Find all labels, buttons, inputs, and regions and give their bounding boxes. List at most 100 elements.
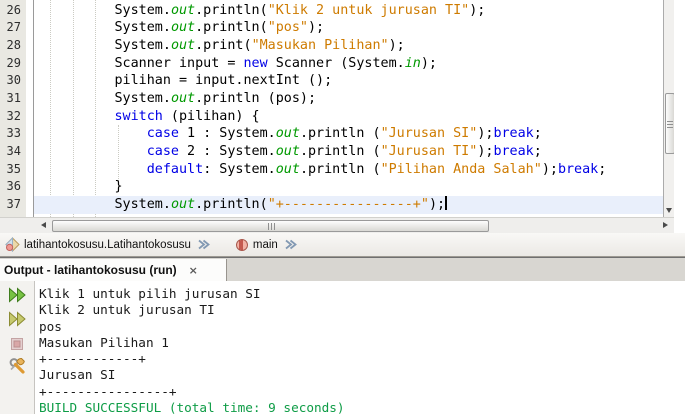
code-line-36[interactable]: } [34, 178, 674, 196]
line-number: 35 [6, 161, 21, 176]
code-token: out [170, 20, 196, 36]
line-number: 27 [6, 20, 21, 35]
code-line-27[interactable]: System.out.println("pos"); [34, 19, 674, 37]
breadcrumb-item-class[interactable]: latihantokosusu.Latihantokosusu [24, 239, 191, 251]
code-token: ; [533, 126, 542, 142]
code-token: in [404, 55, 421, 71]
scroll-right-arrow-icon[interactable] [663, 222, 668, 228]
horizontal-scroll-thumb[interactable] [52, 220, 489, 232]
code-line-32[interactable]: switch (pilihan) { [34, 108, 674, 126]
line-number: 37 [6, 197, 21, 212]
code-editor[interactable]: 26 27 28 29 30 31 32 33 34 35 36 37 System.out.prin… [0, 0, 674, 217]
netbeans-window: 26 27 28 29 30 31 32 33 34 35 36 37 System.out.prin… [0, 0, 685, 414]
rerun-alt-button[interactable] [7, 310, 27, 328]
code-token: break [493, 126, 534, 142]
output-tab-title: Output - latihantokosusu (run) [4, 263, 177, 277]
code-line-35[interactable]: default: System.out.println ("Pilihan An… [34, 161, 674, 179]
code-token: System. [50, 20, 171, 36]
code-line-29[interactable]: Scanner input = new Scanner (System.in); [34, 55, 674, 73]
code-token: "Jurusan SI" [380, 126, 478, 142]
line-number: 33 [6, 126, 21, 141]
code-pane[interactable]: System.out.println("Klik 2 untuk jurusan… [34, 0, 674, 217]
breadcrumb-item-method[interactable]: main [253, 239, 278, 251]
code-line-30[interactable]: pilihan = input.nextInt (); [34, 72, 674, 90]
code-token: ); [469, 2, 486, 18]
build-settings-button[interactable] [7, 356, 27, 374]
code-line-34[interactable]: case 2 : System.out.println ("Jurusan TI… [34, 143, 674, 161]
line-number: 30 [6, 73, 21, 88]
code-token: ); [541, 161, 558, 177]
code-token: out [170, 197, 196, 213]
code-token: "+----------------+" [267, 197, 429, 213]
code-token: .println( [195, 2, 268, 18]
code-token: ); [388, 37, 405, 53]
code-token: System. [50, 197, 171, 213]
code-token: out [275, 161, 300, 177]
code-token: break [557, 161, 599, 177]
method-icon [235, 238, 249, 252]
output-line: Klik 1 untuk pilih jurusan SI [39, 286, 261, 301]
code-token: .println ( [299, 161, 381, 177]
editor-horizontal-scrollbar[interactable] [0, 217, 674, 233]
code-token: pilihan = input.nextInt (); [50, 73, 333, 89]
line-number: 31 [6, 90, 21, 105]
code-token: .print( [195, 37, 252, 53]
code-token: ); [420, 55, 437, 71]
code-token: .println( [195, 20, 268, 36]
output-panel: Klik 1 untuk pilih jurusan SI Klik 2 untu… [0, 281, 685, 414]
output-line: Jurusan SI [39, 367, 116, 383]
code-token: "Pilihan Anda Salah" [380, 161, 542, 177]
code-line-33[interactable]: case 1 : System.out.println ("Jurusan SI… [34, 125, 674, 143]
scroll-grip [270, 222, 272, 230]
code-token: System. [50, 37, 171, 53]
code-line-26[interactable]: System.out.println("Klik 2 untuk jurusan… [34, 2, 674, 20]
stop-button[interactable] [7, 335, 27, 353]
class-icon [5, 237, 20, 252]
rerun-icon [8, 287, 27, 303]
output-line: Masukan Pilihan 1 [39, 334, 169, 350]
code-token: (pilihan) { [162, 108, 260, 124]
code-token: break [493, 144, 534, 159]
code-line-37[interactable]: System.out.println("+----------------+")… [34, 196, 674, 214]
output-line: BUILD SUCCESSFUL (total time: 9 seconds) [39, 400, 345, 414]
code-token: default [146, 161, 204, 177]
code-line-28[interactable]: System.out.print("Masukan Pilihan"); [34, 37, 674, 55]
code-token: 1 : System. [179, 126, 276, 142]
line-number: 36 [6, 179, 21, 194]
stop-icon [10, 337, 24, 351]
code-token: case [146, 144, 179, 159]
code-token: System. [50, 2, 171, 18]
code-token: : System. [203, 161, 276, 177]
chevron-double-icon[interactable] [284, 238, 297, 251]
code-token: ); [428, 197, 446, 213]
scroll-down-arrow-icon[interactable] [666, 208, 672, 213]
code-token: "pos" [267, 20, 308, 36]
code-token: out [170, 37, 196, 53]
code-token: out [275, 126, 300, 142]
code-token: .println( [195, 197, 268, 213]
rerun-button[interactable] [7, 286, 27, 304]
output-line: +----------------+ [39, 383, 177, 399]
code-line-31[interactable]: System.out.println (pos); [34, 90, 674, 108]
code-token: out [170, 2, 196, 18]
close-icon[interactable]: × [189, 264, 198, 277]
scroll-left-arrow-icon[interactable] [41, 222, 46, 228]
code-token: ); [477, 126, 494, 142]
code-token: Scanner input = [50, 55, 244, 71]
code-token: out [170, 90, 196, 106]
output-console[interactable]: Klik 1 untuk pilih jurusan SI Klik 2 untu… [36, 281, 685, 414]
output-line: pos [39, 318, 62, 334]
line-number: 26 [6, 2, 21, 17]
chevron-double-icon[interactable] [197, 238, 210, 251]
vertical-scroll-thumb[interactable] [665, 93, 674, 154]
code-token: Scanner (System. [267, 55, 405, 71]
code-token: System. [50, 90, 171, 106]
code-token: case [146, 126, 179, 142]
line-number: 29 [6, 55, 21, 70]
editor-vertical-scrollbar[interactable] [663, 0, 674, 217]
code-token: ); [308, 20, 325, 36]
tab-output[interactable]: Output - latihantokosusu (run) × [0, 259, 227, 281]
code-token: } [50, 179, 123, 195]
